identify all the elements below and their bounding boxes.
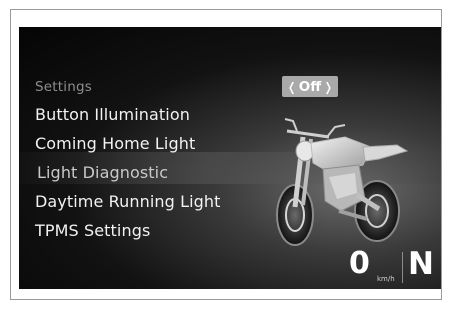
status-divider bbox=[402, 252, 403, 283]
chevron-left-icon[interactable]: ❬ bbox=[287, 80, 297, 94]
speed-readout: 0 bbox=[349, 246, 370, 281]
motorcycle-image bbox=[276, 118, 409, 246]
menu-item-light-diagnostic[interactable]: Light Diagnostic bbox=[37, 163, 168, 182]
value-selector[interactable]: ❬ Off ❭ bbox=[282, 76, 338, 97]
value-text: Off bbox=[298, 78, 322, 95]
speed-unit: km/h bbox=[377, 275, 395, 283]
menu-header: Settings bbox=[35, 79, 92, 95]
gear-indicator: N bbox=[408, 246, 434, 282]
menu-item-tpms-settings[interactable]: TPMS Settings bbox=[35, 221, 150, 240]
menu-item-daytime-running-light[interactable]: Daytime Running Light bbox=[35, 192, 221, 211]
dashboard-screen: Settings Button Illumination Coming Home… bbox=[19, 27, 441, 289]
menu-item-coming-home-light[interactable]: Coming Home Light bbox=[35, 134, 195, 153]
menu-item-button-illumination[interactable]: Button Illumination bbox=[35, 105, 190, 124]
chevron-right-icon[interactable]: ❭ bbox=[323, 80, 333, 94]
